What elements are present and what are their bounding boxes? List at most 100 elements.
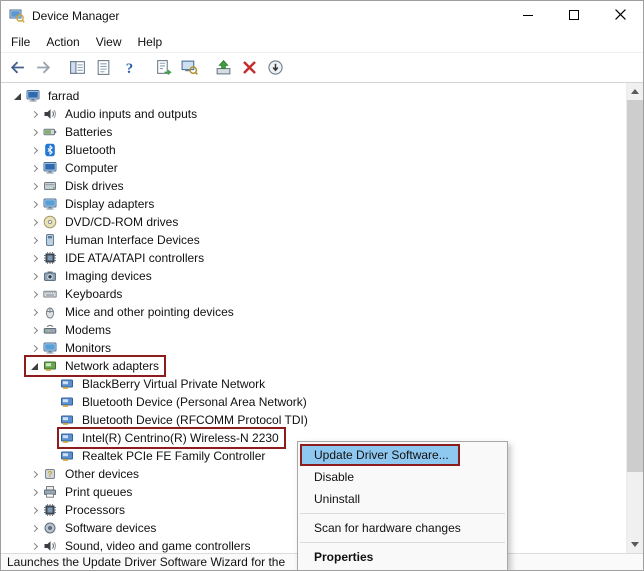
tree-item-modems[interactable]: Modems [1, 321, 626, 339]
context-menu-item-properties[interactable]: Properties [298, 546, 507, 568]
audio-icon [42, 539, 58, 553]
context-menu-item-update-driver-software[interactable]: Update Driver Software... [298, 444, 507, 466]
tree-row-content: Modems [26, 321, 116, 339]
back-button[interactable] [5, 56, 29, 80]
expand-icon[interactable] [26, 250, 42, 266]
expand-icon[interactable] [26, 214, 42, 230]
expand-icon[interactable] [26, 178, 42, 194]
expand-icon[interactable] [26, 232, 42, 248]
titlebar: Device Manager [1, 1, 643, 31]
scrollbar-up-button[interactable] [627, 83, 643, 100]
collapse-icon[interactable] [26, 358, 42, 374]
tree-item-batteries[interactable]: Batteries [1, 123, 626, 141]
maximize-button[interactable] [551, 1, 597, 31]
expand-icon[interactable] [26, 124, 42, 140]
svg-text:?: ? [125, 61, 132, 76]
tree-row-content: Computer [26, 159, 123, 177]
forward-arrow-icon [35, 59, 52, 76]
menu-help[interactable]: Help [130, 32, 171, 52]
tree-row-content: farrad [9, 87, 84, 105]
network-icon [42, 359, 58, 373]
tree-row-content: Intel(R) Centrino(R) Wireless-N 2230 [59, 429, 284, 447]
expand-icon[interactable] [26, 196, 42, 212]
export-list-icon [155, 59, 172, 76]
tree-row-content: Human Interface Devices [26, 231, 205, 249]
scrollbar-down-button[interactable] [627, 536, 643, 553]
expand-icon[interactable] [26, 160, 42, 176]
minimize-icon [523, 9, 533, 23]
tree-row-content: Sound, video and game controllers [26, 537, 255, 553]
statusbar-text: Launches the Update Driver Software Wiza… [7, 555, 285, 569]
expand-icon[interactable] [26, 520, 42, 536]
scan-hardware-changes-button[interactable] [177, 56, 201, 80]
tree-item-computer[interactable]: Computer [1, 159, 626, 177]
tree-item-bluetooth-device-rfcomm-protocol-tdi[interactable]: Bluetooth Device (RFCOMM Protocol TDI) [1, 411, 626, 429]
close-icon [615, 9, 626, 23]
expand-icon[interactable] [26, 106, 42, 122]
help-button[interactable]: ? [117, 56, 141, 80]
printer-icon [42, 485, 58, 499]
tree-item-dvd-cd-rom-drives[interactable]: DVD/CD-ROM drives [1, 213, 626, 231]
collapse-icon[interactable] [9, 88, 25, 104]
show-console-tree-button[interactable] [65, 56, 89, 80]
battery-icon [42, 125, 58, 139]
tree-item-bluetooth[interactable]: Bluetooth [1, 141, 626, 159]
menu-view[interactable]: View [88, 32, 130, 52]
context-menu-item-uninstall[interactable]: Uninstall [298, 488, 507, 510]
scrollbar-track[interactable] [627, 472, 643, 536]
tree-item-monitors[interactable]: Monitors [1, 339, 626, 357]
properties-button[interactable] [91, 56, 115, 80]
properties-icon [95, 59, 112, 76]
menu-file[interactable]: File [3, 32, 38, 52]
tree-item-mice-and-other-pointing-devices[interactable]: Mice and other pointing devices [1, 303, 626, 321]
tree-item-disk-drives[interactable]: Disk drives [1, 177, 626, 195]
expand-icon[interactable] [26, 322, 42, 338]
expand-icon[interactable] [26, 340, 42, 356]
other-device-icon: ? [42, 467, 58, 481]
expand-icon[interactable] [26, 484, 42, 500]
context-menu-item-disable[interactable]: Disable [298, 466, 507, 488]
uninstall-button[interactable] [237, 56, 261, 80]
expand-icon[interactable] [26, 502, 42, 518]
tree-row-content: Bluetooth Device (Personal Area Network) [59, 393, 312, 411]
menubar: FileActionViewHelp [1, 31, 643, 53]
tree-row-content: ? Other devices [26, 465, 144, 483]
expand-icon[interactable] [26, 538, 42, 553]
tree-row-content: Imaging devices [26, 267, 157, 285]
tree-item-audio-inputs-and-outputs[interactable]: Audio inputs and outputs [1, 105, 626, 123]
context-menu-item-scan-for-hardware-changes[interactable]: Scan for hardware changes [298, 517, 507, 539]
tree-item-farrad[interactable]: farrad [1, 87, 626, 105]
tree-item-keyboards[interactable]: Keyboards [1, 285, 626, 303]
disable-icon [267, 59, 284, 76]
tree-item-imaging-devices[interactable]: Imaging devices [1, 267, 626, 285]
menu-action[interactable]: Action [38, 32, 87, 52]
tree-item-bluetooth-device-personal-area-network[interactable]: Bluetooth Device (Personal Area Network) [1, 393, 626, 411]
tree-row-content: Display adapters [26, 195, 159, 213]
forward-button[interactable] [31, 56, 55, 80]
expand-icon[interactable] [26, 268, 42, 284]
display-icon [42, 197, 58, 211]
tree-row-content: Print queues [26, 483, 137, 501]
tree-item-blackberry-virtual-private-network[interactable]: BlackBerry Virtual Private Network [1, 375, 626, 393]
disable-button[interactable] [263, 56, 287, 80]
tree-row-content: Batteries [26, 123, 117, 141]
tree-item-human-interface-devices[interactable]: Human Interface Devices [1, 231, 626, 249]
console-tree-icon [69, 59, 86, 76]
chip-icon [42, 503, 58, 517]
close-button[interactable] [597, 1, 643, 31]
update-driver-button[interactable] [211, 56, 235, 80]
expand-icon[interactable] [26, 304, 42, 320]
minimize-button[interactable] [505, 1, 551, 31]
expand-icon[interactable] [26, 142, 42, 158]
network-adapter-icon [59, 395, 75, 409]
tree-item-ide-ata-atapi-controllers[interactable]: IDE ATA/ATAPI controllers [1, 249, 626, 267]
tree-item-network-adapters[interactable]: Network adapters [1, 357, 626, 375]
tree-item-display-adapters[interactable]: Display adapters [1, 195, 626, 213]
expand-icon[interactable] [26, 286, 42, 302]
tree-row-content: Monitors [26, 339, 116, 357]
vertical-scrollbar[interactable] [626, 83, 643, 553]
expand-icon[interactable] [26, 466, 42, 482]
export-list-button[interactable] [151, 56, 175, 80]
device-manager-app-icon [9, 8, 25, 24]
scrollbar-thumb[interactable] [627, 100, 643, 472]
